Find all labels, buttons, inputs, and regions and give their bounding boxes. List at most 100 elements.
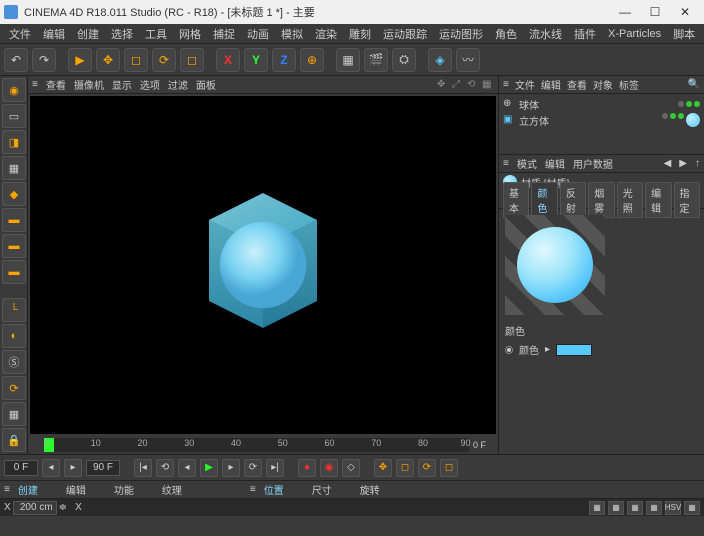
record-button[interactable]: ● [298, 459, 316, 477]
rotate-tool[interactable]: ⟳ [152, 48, 176, 72]
object-name[interactable]: 立方体 [519, 113, 549, 128]
vp-zoom-icon[interactable]: ⤢ [452, 79, 464, 91]
start-frame-input[interactable] [4, 460, 38, 476]
undo-button[interactable]: ↶ [4, 48, 28, 72]
attr-menu-mode[interactable]: 模式 [517, 156, 537, 171]
minimize-button[interactable]: — [610, 2, 640, 22]
menu-edit[interactable]: 编辑 [38, 24, 70, 44]
menu-create[interactable]: 创建 [72, 24, 104, 44]
attr-up-icon[interactable]: ↑ [695, 158, 700, 169]
checker-icon[interactable]: ▦ [2, 156, 26, 180]
attr-menu-userdata[interactable]: 用户数据 [573, 156, 613, 171]
menu-script[interactable]: 脚本 [668, 24, 700, 44]
coord-tab-rotation[interactable]: 旋转 [352, 480, 388, 499]
coord-spinner-icon[interactable]: ≑ [59, 502, 67, 513]
prev-key-button[interactable]: ⟲ [156, 459, 174, 477]
mat-menu-create[interactable]: 创建 [10, 480, 46, 499]
end-frame-input[interactable] [86, 460, 120, 476]
workplane-button[interactable]: ◆ [2, 182, 26, 206]
object-name[interactable]: 球体 [519, 97, 539, 112]
menu-mesh[interactable]: 网格 [174, 24, 206, 44]
menu-snap[interactable]: 捕捉 [208, 24, 240, 44]
axis-tool-button[interactable]: └ [2, 298, 26, 322]
axis-z-toggle[interactable]: Z [272, 48, 296, 72]
vp-menu-display[interactable]: 显示 [112, 77, 132, 92]
live-select-tool[interactable]: ▶ [68, 48, 92, 72]
add-spline-button[interactable]: 〰 [456, 48, 480, 72]
vp-rotate-icon[interactable]: ⟲ [467, 79, 479, 91]
attr-prev-icon[interactable]: ◀ [664, 158, 672, 169]
soft-select-button[interactable]: ⟳ [2, 376, 26, 400]
status-icon-4[interactable]: ▦ [646, 501, 662, 515]
render-view-button[interactable]: ▦ [336, 48, 360, 72]
om-menu-object[interactable]: 对象 [593, 77, 613, 92]
render-settings-button[interactable]: ⛭ [392, 48, 416, 72]
goto-start-button[interactable]: |◂ [134, 459, 152, 477]
color-chevron-icon[interactable]: ▸ [545, 344, 550, 355]
coord-system-toggle[interactable]: ⊕ [300, 48, 324, 72]
key-param-button[interactable]: ◻ [440, 459, 458, 477]
menu-tools[interactable]: 工具 [140, 24, 172, 44]
close-button[interactable]: ✕ [670, 2, 700, 22]
tweak-mode-button[interactable]: ◐ [2, 324, 26, 348]
menu-motiontrack[interactable]: 运动跟踪 [378, 24, 432, 44]
om-menu-edit[interactable]: 编辑 [541, 77, 561, 92]
menu-xparticles[interactable]: X-Particles [603, 26, 666, 42]
prev-frame-button[interactable]: ◂ [178, 459, 196, 477]
texture-mode-button[interactable]: ◨ [2, 130, 26, 154]
viewport-3d[interactable] [30, 96, 496, 434]
menu-mograph[interactable]: 运动图形 [434, 24, 488, 44]
object-mode-button[interactable]: ▭ [2, 104, 26, 128]
menu-select[interactable]: 选择 [106, 24, 138, 44]
menu-character[interactable]: 角色 [490, 24, 522, 44]
lock-button[interactable]: 🔒 [2, 428, 26, 452]
vp-layout-icon[interactable]: ▦ [482, 79, 494, 91]
vp-menu-camera[interactable]: 摄像机 [74, 77, 104, 92]
vp-menu-filter[interactable]: 过滤 [168, 77, 188, 92]
material-preview-ball[interactable] [505, 215, 605, 315]
coord-x-value[interactable]: 200 cm [13, 501, 57, 515]
mat-menu-texture[interactable]: 纹理 [154, 480, 190, 499]
render-picture-button[interactable]: 🎬 [364, 48, 388, 72]
range-prev-button[interactable]: ◂ [42, 459, 60, 477]
redo-button[interactable]: ↷ [32, 48, 56, 72]
key-rot-button[interactable]: ⟳ [418, 459, 436, 477]
add-primitive-button[interactable]: ◈ [428, 48, 452, 72]
axis-y-toggle[interactable]: Y [244, 48, 268, 72]
next-key-button[interactable]: ⟳ [244, 459, 262, 477]
object-row-cube[interactable]: ▣ 立方体 [503, 112, 700, 128]
menu-pipeline[interactable]: 流水线 [524, 24, 567, 44]
play-button[interactable]: ▶ [200, 459, 218, 477]
mat-menu-function[interactable]: 功能 [106, 480, 142, 499]
om-search-icon[interactable]: 🔍 [688, 79, 700, 90]
mat-menu-edit[interactable]: 编辑 [58, 480, 94, 499]
range-next-button[interactable]: ▸ [64, 459, 82, 477]
vp-menu-panel[interactable]: 面板 [196, 77, 216, 92]
menu-plugins[interactable]: 插件 [569, 24, 601, 44]
goto-end-button[interactable]: ▸| [266, 459, 284, 477]
status-hsv-button[interactable]: HSV [665, 501, 681, 515]
menu-animate[interactable]: 动画 [242, 24, 274, 44]
scale-tool[interactable]: ◻ [124, 48, 148, 72]
key-pos-button[interactable]: ✥ [374, 459, 392, 477]
om-menu-view[interactable]: 查看 [567, 77, 587, 92]
status-icon-1[interactable]: ▦ [589, 501, 605, 515]
polygon-mode-button[interactable]: ▬ [2, 260, 26, 284]
material-tag-icon[interactable] [686, 113, 700, 127]
object-row-sphere[interactable]: ⊕ 球体 [503, 96, 700, 112]
keyframe-sel-button[interactable]: ◇ [342, 459, 360, 477]
coord-tab-position[interactable]: 位置 [256, 480, 292, 499]
status-icon-6[interactable]: ▦ [684, 501, 700, 515]
status-icon-3[interactable]: ▦ [627, 501, 643, 515]
vp-menu-view[interactable]: 查看 [46, 77, 66, 92]
object-manager-list[interactable]: ⊕ 球体 ▣ 立方体 [499, 94, 704, 154]
last-tool[interactable]: ◻ [180, 48, 204, 72]
om-menu-tags[interactable]: 标签 [619, 77, 639, 92]
autokey-button[interactable]: ◉ [320, 459, 338, 477]
om-menu-file[interactable]: 文件 [515, 77, 535, 92]
maximize-button[interactable]: ☐ [640, 2, 670, 22]
misc-tool-button[interactable]: ▦ [2, 402, 26, 426]
vp-nav-icon[interactable]: ≡ [32, 79, 38, 90]
edge-mode-button[interactable]: ▬ [2, 234, 26, 258]
attr-next-icon[interactable]: ▶ [679, 158, 687, 169]
